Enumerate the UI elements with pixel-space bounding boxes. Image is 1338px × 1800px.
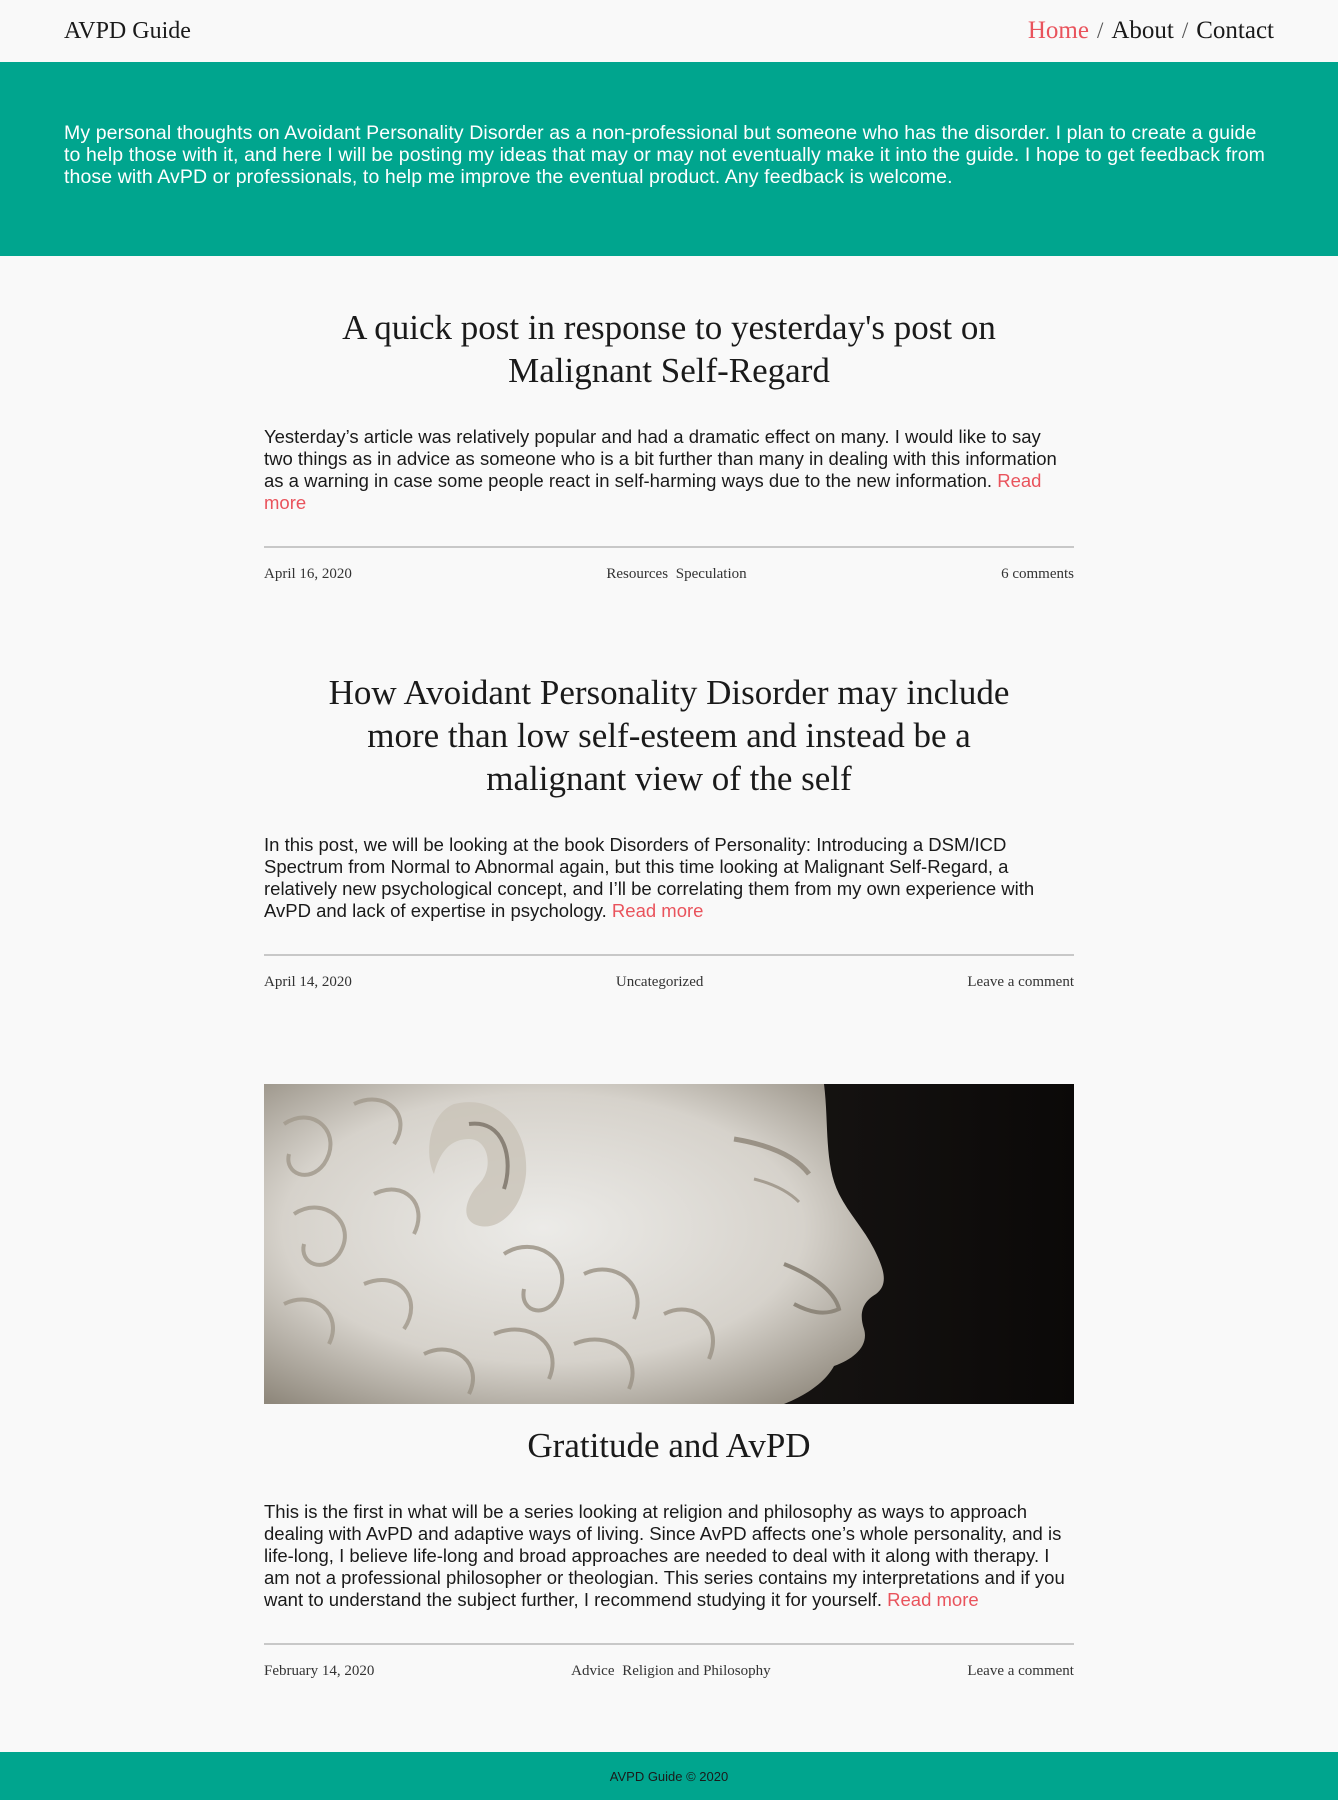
site-title-link[interactable]: AVPD Guide bbox=[64, 18, 191, 45]
post-excerpt: In this post, we will be looking at the … bbox=[264, 834, 1074, 922]
post-date-link[interactable]: February 14, 2020 bbox=[264, 1663, 374, 1680]
comments-link[interactable]: Leave a comment bbox=[967, 974, 1074, 991]
post-list: A quick post in response to yesterday's … bbox=[264, 256, 1074, 1680]
post-excerpt: This is the first in what will be a seri… bbox=[264, 1501, 1074, 1611]
nav-about-link[interactable]: About bbox=[1111, 17, 1174, 45]
category-link[interactable]: Religion and Philosophy bbox=[622, 1663, 770, 1679]
post-date-link[interactable]: April 14, 2020 bbox=[264, 974, 352, 991]
post-title[interactable]: How Avoidant Personality Disorder may in… bbox=[304, 671, 1034, 800]
category-link[interactable]: Uncategorized bbox=[616, 974, 703, 990]
comments-link[interactable]: Leave a comment bbox=[967, 1663, 1074, 1680]
post-categories: Resources Speculation bbox=[606, 566, 746, 583]
hero-banner: My personal thoughts on Avoidant Persona… bbox=[0, 62, 1338, 256]
post-categories: Advice Religion and Philosophy bbox=[571, 1663, 770, 1680]
category-link[interactable]: Speculation bbox=[676, 566, 747, 582]
post-card: A quick post in response to yesterday's … bbox=[264, 306, 1074, 583]
post-meta: February 14, 2020 Advice Religion and Ph… bbox=[264, 1643, 1074, 1680]
post-excerpt: Yesterday’s article was relatively popul… bbox=[264, 426, 1074, 514]
post-excerpt-text: Yesterday’s article was relatively popul… bbox=[264, 426, 1057, 491]
category-link[interactable]: Resources bbox=[606, 566, 668, 582]
read-more-link[interactable]: Read more bbox=[887, 1589, 979, 1610]
post-meta: April 14, 2020 Uncategorized Leave a com… bbox=[264, 954, 1074, 991]
site-footer: AVPD Guide © 2020 bbox=[0, 1752, 1338, 1800]
read-more-link[interactable]: Read more bbox=[612, 900, 704, 921]
nav-separator: / bbox=[1181, 18, 1189, 43]
post-card: How Avoidant Personality Disorder may in… bbox=[264, 671, 1074, 991]
post-title[interactable]: A quick post in response to yesterday's … bbox=[304, 306, 1034, 392]
featured-image-marble-bust[interactable] bbox=[264, 1084, 1074, 1404]
footer-copyright: AVPD Guide © 2020 bbox=[609, 1768, 729, 1784]
post-card: Gratitude and AvPD This is the first in … bbox=[264, 1084, 1074, 1680]
post-meta: April 16, 2020 Resources Speculation 6 c… bbox=[264, 546, 1074, 583]
post-title[interactable]: Gratitude and AvPD bbox=[264, 1424, 1074, 1467]
nav-home-link[interactable]: Home bbox=[1028, 17, 1089, 45]
site-header: AVPD Guide Home / About / Contact bbox=[0, 0, 1338, 62]
post-date-link[interactable]: April 16, 2020 bbox=[264, 566, 352, 583]
comments-link[interactable]: 6 comments bbox=[1001, 566, 1074, 583]
site-description: My personal thoughts on Avoidant Persona… bbox=[64, 122, 1266, 188]
main-nav: Home / About / Contact bbox=[1028, 17, 1274, 45]
post-categories: Uncategorized bbox=[616, 974, 703, 991]
nav-contact-link[interactable]: Contact bbox=[1196, 17, 1274, 45]
category-link[interactable]: Advice bbox=[571, 1663, 614, 1679]
nav-separator: / bbox=[1096, 18, 1104, 43]
